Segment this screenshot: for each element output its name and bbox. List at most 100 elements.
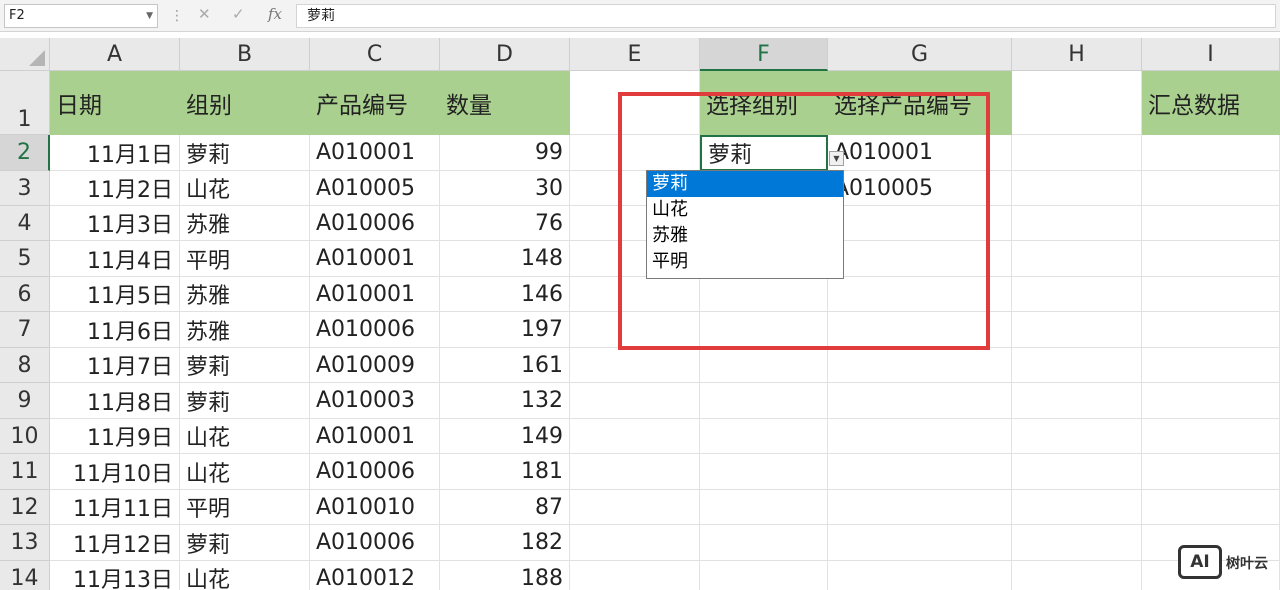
cell-b12[interactable]: 平明 [180, 490, 310, 525]
row-header-13[interactable]: 13 [0, 525, 50, 561]
cell-a7[interactable]: 11月6日 [50, 312, 180, 348]
cell-b13[interactable]: 萝莉 [180, 525, 310, 561]
cell-i1[interactable]: 汇总数据 [1142, 71, 1280, 135]
cell-b8[interactable]: 萝莉 [180, 348, 310, 383]
dropdown-option[interactable]: 山花 [647, 197, 843, 223]
column-header-a[interactable]: A [50, 38, 180, 71]
row-header-11[interactable]: 11 [0, 454, 50, 490]
column-header-b[interactable]: B [180, 38, 310, 71]
column-header-i[interactable]: I [1142, 38, 1280, 71]
cell-e14[interactable] [570, 561, 700, 590]
cell-d4[interactable]: 76 [440, 206, 570, 241]
cell-d7[interactable]: 197 [440, 312, 570, 348]
data-validation-list[interactable]: 萝莉 山花 苏雅 平明 [646, 170, 844, 279]
cell-g9[interactable] [828, 383, 1012, 419]
cell-h12[interactable] [1012, 490, 1142, 525]
column-header-e[interactable]: E [570, 38, 700, 71]
name-box[interactable]: F2 ▼ [4, 4, 158, 28]
row-header-5[interactable]: 5 [0, 241, 50, 277]
cell-f11[interactable] [700, 454, 828, 490]
cell-c1[interactable]: 产品编号 [310, 71, 440, 135]
dropdown-option[interactable]: 苏雅 [647, 223, 843, 249]
cell-h1[interactable] [1012, 71, 1142, 135]
cell-b11[interactable]: 山花 [180, 454, 310, 490]
cell-h8[interactable] [1012, 348, 1142, 383]
cell-i7[interactable] [1142, 312, 1280, 348]
cell-h9[interactable] [1012, 383, 1142, 419]
cell-c7[interactable]: A010006 [310, 312, 440, 348]
cell-e12[interactable] [570, 490, 700, 525]
cell-d12[interactable]: 87 [440, 490, 570, 525]
cell-i4[interactable] [1142, 206, 1280, 241]
cell-g3[interactable]: A010005 [828, 171, 1012, 206]
cell-i10[interactable] [1142, 419, 1280, 454]
cell-g11[interactable] [828, 454, 1012, 490]
cell-d14[interactable]: 188 [440, 561, 570, 590]
cell-i6[interactable] [1142, 277, 1280, 312]
cell-f8[interactable] [700, 348, 828, 383]
cell-c4[interactable]: A010006 [310, 206, 440, 241]
cell-h2[interactable] [1012, 135, 1142, 171]
row-header-4[interactable]: 4 [0, 206, 50, 241]
cell-c5[interactable]: A010001 [310, 241, 440, 277]
cell-d9[interactable]: 132 [440, 383, 570, 419]
cell-b3[interactable]: 山花 [180, 171, 310, 206]
cell-d3[interactable]: 30 [440, 171, 570, 206]
cell-i8[interactable] [1142, 348, 1280, 383]
cell-d2[interactable]: 99 [440, 135, 570, 171]
cell-e11[interactable] [570, 454, 700, 490]
cell-f14[interactable] [700, 561, 828, 590]
cell-g6[interactable] [828, 277, 1012, 312]
row-header-3[interactable]: 3 [0, 171, 50, 206]
chevron-down-icon[interactable]: ▼ [146, 5, 153, 27]
cell-f1[interactable]: 选择组别 [700, 71, 828, 135]
cell-h11[interactable] [1012, 454, 1142, 490]
row-header-8[interactable]: 8 [0, 348, 50, 383]
cell-g4[interactable] [828, 206, 1012, 241]
cell-c2[interactable]: A010001 [310, 135, 440, 171]
cell-a4[interactable]: 11月3日 [50, 206, 180, 241]
formula-input[interactable]: 萝莉 [296, 4, 1276, 28]
cell-c8[interactable]: A010009 [310, 348, 440, 383]
cell-c9[interactable]: A010003 [310, 383, 440, 419]
cell-i2[interactable] [1142, 135, 1280, 171]
cell-b5[interactable]: 平明 [180, 241, 310, 277]
select-all-button[interactable] [0, 38, 50, 71]
cell-h14[interactable] [1012, 561, 1142, 590]
cell-h6[interactable] [1012, 277, 1142, 312]
cancel-icon[interactable]: ✕ [198, 5, 211, 23]
cell-i3[interactable] [1142, 171, 1280, 206]
row-header-1[interactable]: 1 [0, 71, 50, 135]
column-header-g[interactable]: G [828, 38, 1012, 71]
cell-i12[interactable] [1142, 490, 1280, 525]
cell-e8[interactable] [570, 348, 700, 383]
cell-a10[interactable]: 11月9日 [50, 419, 180, 454]
dropdown-option[interactable]: 平明 [647, 249, 843, 275]
row-header-6[interactable]: 6 [0, 277, 50, 312]
cell-g10[interactable] [828, 419, 1012, 454]
cell-a2[interactable]: 11月1日 [50, 135, 180, 171]
row-header-7[interactable]: 7 [0, 312, 50, 348]
cell-f12[interactable] [700, 490, 828, 525]
cell-b4[interactable]: 苏雅 [180, 206, 310, 241]
cell-g13[interactable] [828, 525, 1012, 561]
insert-function-icon[interactable]: fx [268, 5, 282, 23]
dropdown-option[interactable]: 萝莉 [647, 171, 843, 197]
cell-b10[interactable]: 山花 [180, 419, 310, 454]
cell-a8[interactable]: 11月7日 [50, 348, 180, 383]
cell-h10[interactable] [1012, 419, 1142, 454]
cell-a13[interactable]: 11月12日 [50, 525, 180, 561]
checkmark-icon[interactable]: ✓ [232, 5, 245, 23]
cell-b1[interactable]: 组别 [180, 71, 310, 135]
cell-e13[interactable] [570, 525, 700, 561]
cell-c10[interactable]: A010001 [310, 419, 440, 454]
cell-f9[interactable] [700, 383, 828, 419]
cell-i9[interactable] [1142, 383, 1280, 419]
cell-b14[interactable]: 山花 [180, 561, 310, 590]
cell-f6[interactable] [700, 277, 828, 312]
cell-d5[interactable]: 148 [440, 241, 570, 277]
cell-b2[interactable]: 萝莉 [180, 135, 310, 171]
cell-d11[interactable]: 181 [440, 454, 570, 490]
cell-g12[interactable] [828, 490, 1012, 525]
cell-d6[interactable]: 146 [440, 277, 570, 312]
